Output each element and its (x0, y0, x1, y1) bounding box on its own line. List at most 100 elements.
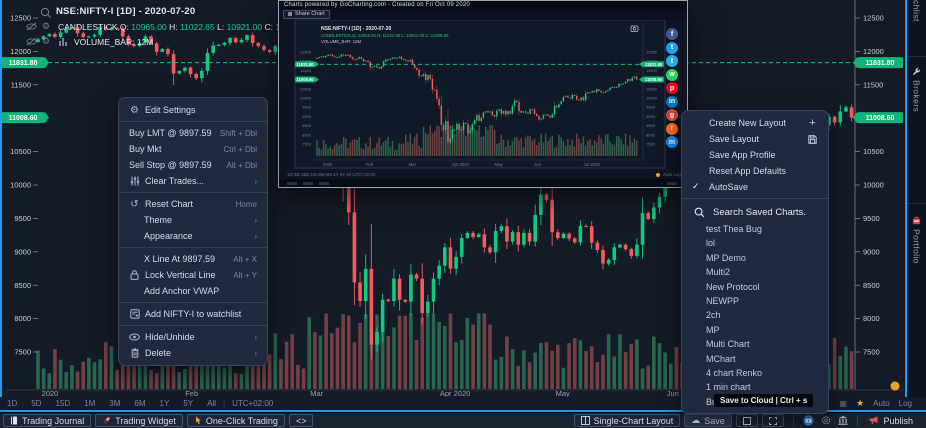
svg-text:11831.80: 11831.80 (645, 62, 663, 67)
menu-item-autosave[interactable]: ✓AutoSave (682, 179, 828, 195)
log-scale-toggle[interactable]: Log (899, 399, 912, 408)
portfolio-icon (912, 216, 921, 225)
symbol-title[interactable]: NSE:NIFTY-I [1D] - 2020-07-20 (56, 6, 195, 17)
menu-item-buy-lmt-9897-59[interactable]: Buy LMT @ 9897.59Shift + Dbl (119, 125, 267, 141)
menu-item-hide-unhide[interactable]: Hide/Unhide› (119, 329, 267, 345)
saved-chart-item[interactable]: New Protocol (682, 280, 828, 294)
favorite-star-icon[interactable]: ★ (856, 399, 864, 409)
screenshot-frame-button[interactable] (736, 414, 758, 427)
menu-item-edit-settings[interactable]: ⚙Edit Settings (119, 102, 267, 118)
menu-item-sell-stop-9897-59[interactable]: Sell Stop @ 9897.59Alt + Dbl (119, 157, 267, 173)
svg-text:8000: 8000 (646, 132, 656, 137)
exchange-button[interactable] (838, 416, 848, 425)
svg-text:Mar: Mar (409, 162, 417, 167)
telegram-icon[interactable]: t (666, 55, 678, 67)
saved-chart-item[interactable]: MP (682, 323, 828, 337)
menu-item-create-new-layout[interactable]: Create New Layout+ (682, 115, 828, 131)
megaphone-icon (869, 416, 879, 425)
expand-icon (769, 417, 777, 425)
facebook-icon[interactable]: f (666, 28, 678, 40)
whatsapp-icon[interactable]: w (666, 69, 678, 81)
target-icon[interactable]: ◎ (822, 415, 831, 426)
range-3m[interactable]: 3M (102, 399, 127, 408)
saved-charts-search[interactable]: Search Saved Charts. (682, 202, 828, 222)
tab-watchlist[interactable]: Watchlist (912, 0, 922, 56)
saved-chart-item[interactable]: MP Demo (682, 251, 828, 265)
menu-item-delete[interactable]: Delete› (119, 345, 267, 361)
wrench-icon (912, 67, 921, 76)
auto-scale-toggle[interactable]: Auto (873, 399, 889, 408)
chart-context-menu: ⚙Edit Settings Buy LMT @ 9897.59Shift + D… (118, 97, 268, 366)
menu-item-save-layout[interactable]: Save Layout (682, 131, 828, 147)
menu-item-appearance[interactable]: Appearance› (119, 228, 267, 244)
range-6m[interactable]: 6M (127, 399, 152, 408)
bottom-toolbar: Trading Journal Trading Widget One-Click… (0, 412, 926, 428)
trading-journal-button[interactable]: Trading Journal (3, 414, 91, 427)
saved-chart-item[interactable]: 4 chart Renko (682, 366, 828, 380)
menu-item-reset-app-defaults[interactable]: Reset App Defaults (682, 163, 828, 179)
layout-menu: Create New Layout+Save LayoutSave App Pr… (681, 110, 829, 414)
publish-button[interactable]: Publish (863, 414, 919, 427)
range-1d[interactable]: 1D (0, 399, 24, 408)
code-button[interactable]: <> (289, 414, 314, 427)
sliders-icon (129, 176, 140, 187)
range-5d[interactable]: 5D (24, 399, 48, 408)
svg-text:9000: 9000 (302, 114, 312, 119)
saved-chart-item[interactable]: MChart (682, 352, 828, 366)
saved-chart-item[interactable]: Multi Chart (682, 337, 828, 351)
trash-icon (129, 348, 140, 359)
range-all[interactable]: All (200, 399, 223, 408)
twitter-icon[interactable]: t (666, 42, 678, 54)
menu-item-add-nifty-i-to-watchlist[interactable]: Add NIFTY-I to watchlist (119, 306, 267, 322)
volume-settings-icon[interactable]: ⚙ (42, 37, 54, 47)
tab-portfolio[interactable]: Portfolio (912, 204, 922, 314)
svg-text:8000: 8000 (302, 132, 312, 137)
trading-widget-button[interactable]: Trading Widget (95, 414, 183, 427)
range-1m[interactable]: 1M (77, 399, 102, 408)
menu-item-buy-mkt[interactable]: Buy MktCtrl + Dbl (119, 141, 267, 157)
camera-snapshot-button[interactable] (803, 415, 814, 426)
range-5y[interactable]: 5Y (176, 399, 200, 408)
reddit-icon[interactable]: r (666, 123, 678, 135)
menu-item-save-app-profile[interactable]: Save App Profile (682, 147, 828, 163)
pinterest-icon[interactable]: p (666, 82, 678, 94)
popup-chart-tab[interactable]: Share Chart (283, 10, 330, 19)
messenger-icon[interactable]: m (666, 136, 678, 148)
share-screenshot-popup: Charts powered by GoCharting.com - Creat… (278, 0, 688, 188)
menu-item-clear-trades[interactable]: Clear Trades...› (119, 173, 267, 189)
hide-volume-icon[interactable] (26, 37, 38, 47)
grid-settings-icon[interactable]: ▦ (840, 399, 848, 408)
hide-series-icon[interactable] (26, 22, 38, 32)
saved-chart-item[interactable]: NEWPP (682, 294, 828, 308)
svg-text:7500: 7500 (14, 348, 31, 357)
menu-item-add-anchor-vwap[interactable]: Add Anchor VWAP (119, 283, 267, 299)
saved-chart-item[interactable]: Multi2 (682, 265, 828, 279)
saved-chart-item[interactable]: test Thea Bug (682, 222, 828, 236)
save-button[interactable]: ☁ Save (684, 414, 732, 427)
range-1y[interactable]: 1Y (153, 399, 177, 408)
menu-item-x-line-at-9897-59[interactable]: X Line At 9897.59Alt + X (119, 251, 267, 267)
menu-item-theme[interactable]: Theme› (119, 212, 267, 228)
timezone-label[interactable]: UTC+02:00 (225, 399, 280, 408)
range-15d[interactable]: 15D (48, 399, 77, 408)
svg-text:8500: 8500 (14, 281, 31, 290)
single-chart-layout-button[interactable]: Single-Chart Layout (574, 414, 681, 427)
saved-chart-item[interactable]: 1 min chart (682, 380, 828, 394)
menu-item-reset-chart[interactable]: ↺Reset ChartHome (119, 196, 267, 212)
series-settings-icon[interactable]: ⚙ (42, 22, 54, 32)
magnifier-icon[interactable] (40, 7, 52, 17)
svg-text:8000: 8000 (863, 314, 880, 323)
gmail-icon[interactable]: g (666, 109, 678, 121)
svg-text:2020: 2020 (323, 162, 333, 167)
svg-text:9000: 9000 (646, 114, 656, 119)
charting-app: 1250012500120001200011500115001050010500… (0, 0, 926, 428)
menu-item-lock-vertical-line[interactable]: Lock Vertical LineAlt + Y (119, 267, 267, 283)
tab-brokers[interactable]: Brokers (912, 57, 922, 163)
saved-chart-item[interactable]: lol (682, 236, 828, 250)
linkedin-icon[interactable]: in (666, 96, 678, 108)
svg-text:12500: 12500 (646, 50, 658, 55)
saved-chart-item[interactable]: 2ch (682, 308, 828, 322)
one-click-trading-button[interactable]: One-Click Trading (187, 414, 285, 427)
svg-text:7500: 7500 (646, 142, 656, 147)
fullscreen-button[interactable] (762, 414, 784, 427)
